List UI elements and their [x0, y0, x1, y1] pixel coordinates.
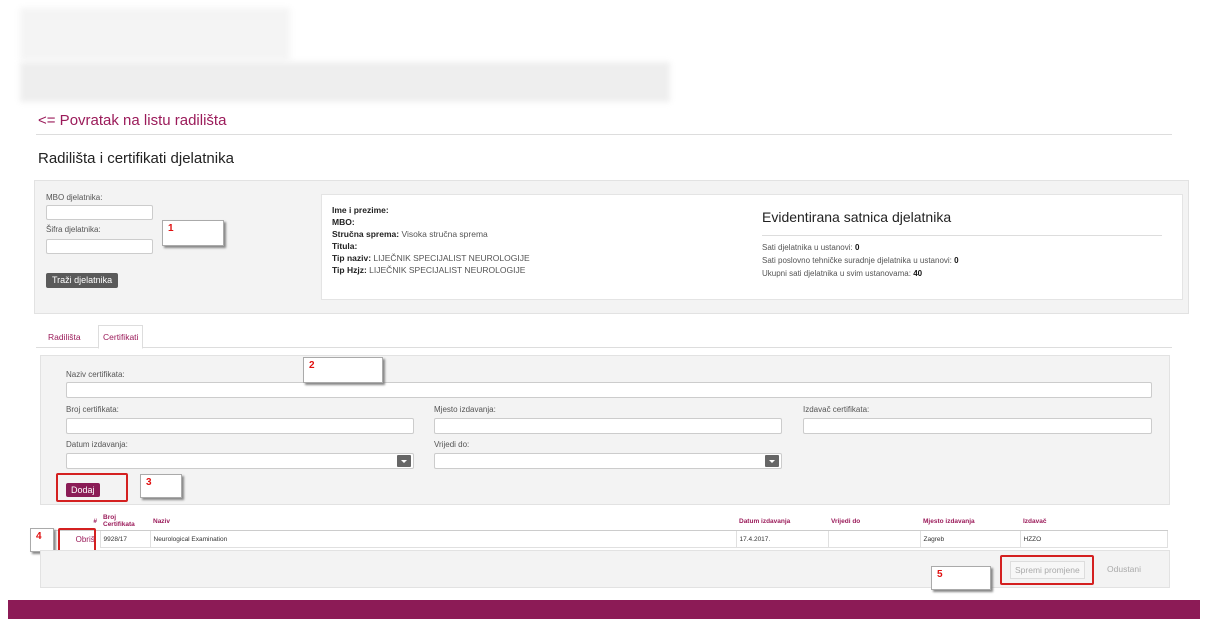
cell-datum: 17.4.2017. — [735, 530, 829, 548]
mjesto-input[interactable] — [434, 418, 782, 434]
sati-poslovno-row: Sati poslovno tehničke suradnje djelatni… — [762, 256, 959, 265]
tab-radilista[interactable]: Radilišta — [44, 332, 85, 342]
employee-info-box: Ime i prezime: MBO: Stručna sprema: Viso… — [321, 194, 1183, 300]
table-row: Obriši 9928/17 Neurological Examination … — [40, 530, 1168, 548]
vrijedi-label: Vrijedi do: — [434, 440, 470, 449]
col-naziv: Naziv — [150, 512, 736, 531]
col-broj: Broj Certifikata — [100, 512, 150, 531]
mbo-label: MBO djelatnika: — [46, 193, 103, 202]
sifra-input[interactable] — [46, 239, 153, 254]
search-employee-button[interactable]: Traži djelatnika — [46, 273, 119, 288]
col-mjesto: Mjesto izdavanja — [920, 512, 1020, 531]
broj-input[interactable] — [66, 418, 414, 434]
save-button-highlight — [1000, 555, 1094, 585]
satnica-title: Evidentirana satnica djelatnika — [762, 209, 952, 225]
izdavac-input[interactable] — [803, 418, 1152, 434]
back-to-list-link[interactable]: <= Povratak na listu radilišta — [38, 112, 226, 129]
broj-label: Broj certifikata: — [66, 405, 119, 414]
col-datum: Datum izdavanja — [736, 512, 828, 531]
tabs-divider — [36, 347, 1172, 348]
cell-naziv: Neurological Examination — [149, 530, 737, 548]
mbo-row: MBO: — [332, 217, 355, 227]
cell-izdavac: HZZO — [1019, 530, 1168, 548]
col-vrijedi: Vrijedi do — [828, 512, 920, 531]
callout-5: 5 — [931, 566, 991, 590]
naziv-input[interactable] — [66, 382, 1152, 398]
cell-vrijedi — [827, 530, 921, 548]
tab-certifikati[interactable]: Certifikati — [98, 325, 144, 349]
sprema-row: Stručna sprema: Visoka stručna sprema — [332, 229, 488, 239]
datum-label: Datum izdavanja: — [66, 440, 128, 449]
callout-4: 4 — [30, 528, 54, 552]
callout-2: 2 — [303, 357, 383, 383]
page-footer-band — [8, 600, 1200, 619]
callout-1: 1 — [162, 220, 224, 246]
sifra-label: Šifra djelatnika: — [46, 225, 101, 234]
cancel-button[interactable]: Odustani — [1103, 561, 1145, 577]
naziv-label: Naziv certifikata: — [66, 370, 125, 379]
tip-naziv-row: Tip naziv: LIJEČNIK SPECIJALIST NEUROLOG… — [332, 253, 530, 263]
cell-mjesto: Zagreb — [919, 530, 1021, 548]
certificates-table: # Broj Certifikata Naziv Datum izdavanja… — [40, 512, 1168, 548]
blurred-header — [20, 8, 290, 60]
ime-row: Ime i prezime: — [332, 205, 389, 215]
blurred-banner — [20, 62, 670, 102]
mbo-input[interactable] — [46, 205, 153, 220]
ukupni-sati-row: Ukupni sati djelatnika u svim ustanovama… — [762, 269, 923, 278]
callout-3: 3 — [140, 474, 182, 498]
satnica-divider — [762, 235, 1162, 236]
mjesto-label: Mjesto izdavanja: — [434, 405, 496, 414]
vrijedi-select[interactable] — [434, 453, 782, 469]
sati-ustanovi-row: Sati djelatnika u ustanovi: 0 — [762, 243, 860, 252]
delete-link-highlight — [58, 528, 96, 552]
divider — [36, 134, 1172, 135]
col-izdavac: Izdavač — [1020, 512, 1168, 531]
datum-dropdown-icon[interactable] — [397, 455, 411, 467]
datum-select[interactable] — [66, 453, 414, 469]
add-button-highlight — [56, 473, 128, 502]
vrijedi-dropdown-icon[interactable] — [765, 455, 779, 467]
cell-broj: 9928/17 — [99, 530, 151, 548]
tip-hzjz-row: Tip Hzjz: LIJEČNIK SPECIJALIST NEUROLOGI… — [332, 265, 526, 275]
titula-row: Titula: — [332, 241, 358, 251]
page-title: Radilišta i certifikati djelatnika — [38, 150, 234, 167]
izdavac-label: Izdavač certifikata: — [803, 405, 870, 414]
table-header-row: # Broj Certifikata Naziv Datum izdavanja… — [40, 512, 1168, 531]
